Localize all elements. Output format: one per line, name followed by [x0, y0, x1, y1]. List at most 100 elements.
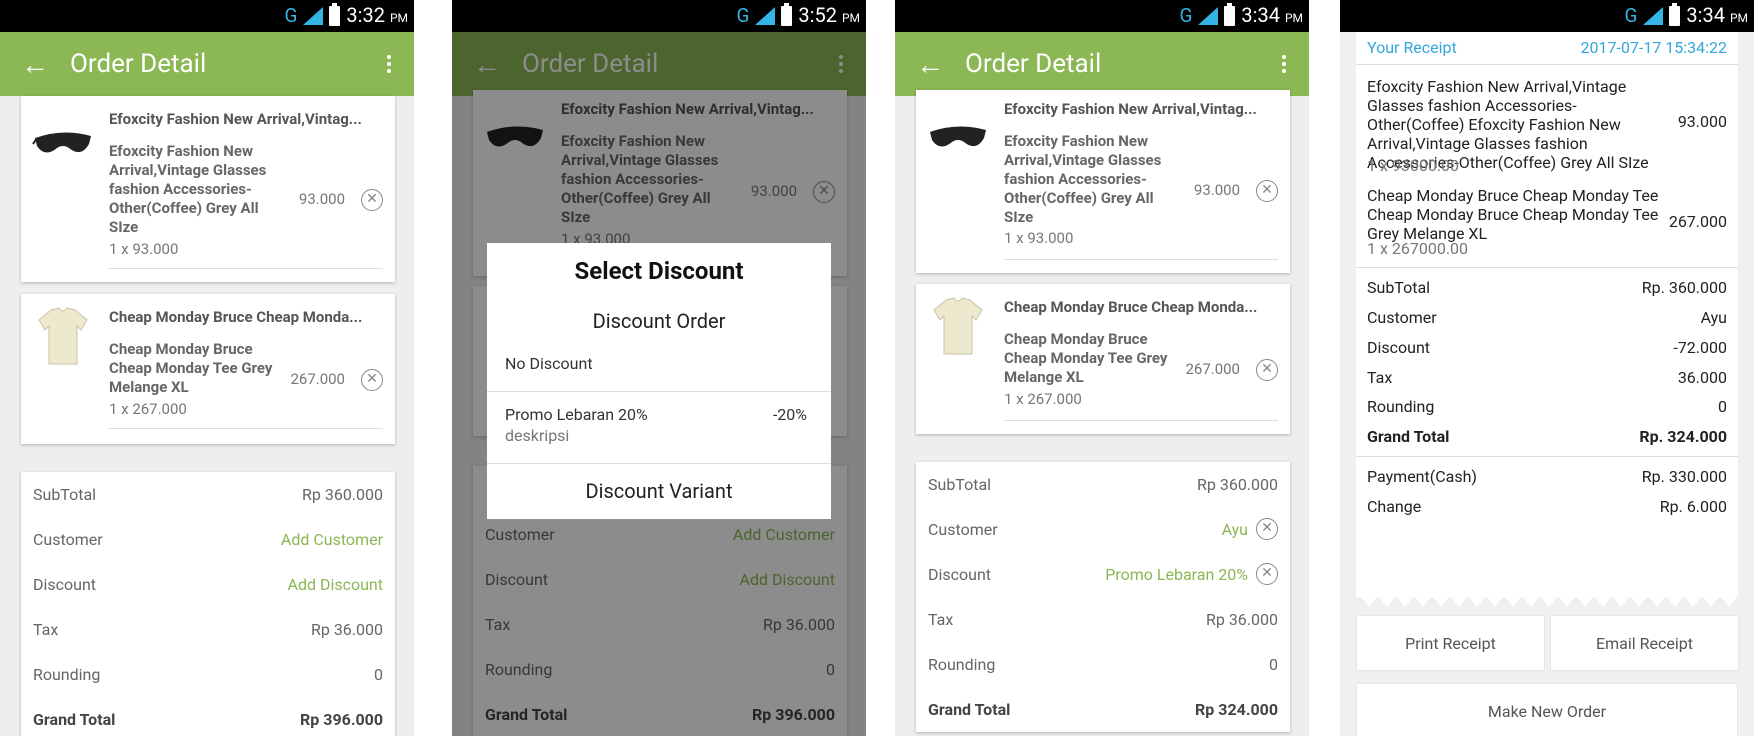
payment-row: Payment(Cash) Rp. 330.000 — [1367, 467, 1727, 486]
network-type: G — [284, 4, 298, 27]
receipt-header: Your Receipt 2017-07-17 15:34:22 — [1367, 38, 1727, 57]
promo-description: deskripsi — [505, 426, 570, 445]
receipt-item-qty: 1 x 267000.00 — [1367, 239, 1469, 258]
item-name: Cheap Monday Bruce Cheap Monday Tee Grey… — [1004, 330, 1168, 386]
item-quantity: 1 x 93.000 — [1004, 229, 1074, 247]
item-quantity: 1 x 267.000 — [1004, 390, 1082, 408]
divider — [109, 268, 383, 269]
item-name: Efoxcity Fashion New Arrival,Vintage Gla… — [1004, 132, 1162, 226]
cart-item[interactable]: Efoxcity Fashion New Arrival,Vintag... E… — [916, 90, 1290, 273]
back-arrow-icon[interactable]: ← — [895, 32, 965, 96]
remove-item-icon[interactable]: ✕ — [1256, 359, 1278, 381]
discount-order-header: Discount Order — [592, 309, 726, 333]
grand-total-row: Grand Total Rp 324.000 — [928, 699, 1278, 719]
network-type: G — [736, 4, 750, 27]
cart-item[interactable]: Cheap Monday Bruce Cheap Monda... Cheap … — [21, 294, 395, 444]
applied-discount[interactable]: Promo Lebaran 20% — [1105, 565, 1248, 584]
receipt-title: Your Receipt — [1367, 38, 1457, 57]
order-summary: SubTotal Rp 360.000 Customer Ayu ✕ Discount… — [916, 462, 1290, 732]
tshirt-image — [933, 297, 983, 355]
page-title: Order Detail — [70, 49, 207, 79]
battery-icon — [1224, 3, 1236, 26]
item-title: Cheap Monday Bruce Cheap Monda... — [109, 308, 363, 326]
item-title: Cheap Monday Bruce Cheap Monda... — [1004, 298, 1258, 316]
discount-variant-header[interactable]: Discount Variant — [487, 479, 831, 503]
screen-receipt: G 3:34 PM Your Receipt 2017-07-17 15:34:… — [1340, 0, 1754, 736]
email-receipt-button[interactable]: Email Receipt — [1550, 615, 1739, 671]
item-name: Efoxcity Fashion New Arrival,Vintage Gla… — [109, 142, 267, 236]
receipt-datetime: 2017-07-17 15:34:22 — [1580, 38, 1727, 57]
receipt: Your Receipt 2017-07-17 15:34:22 Efoxcit… — [1356, 32, 1738, 597]
subtotal-row: SubTotal Rp. 360.000 — [1367, 278, 1727, 297]
clock: 3:34 PM — [1241, 2, 1303, 27]
cart-item[interactable]: Cheap Monday Bruce Cheap Monda... Cheap … — [916, 284, 1290, 434]
signal-icon — [755, 7, 776, 25]
receipt-item-qty: 1 x 93000.00 — [1367, 156, 1460, 175]
customer-row: Customer Ayu ✕ — [928, 517, 1278, 541]
print-receipt-button[interactable]: Print Receipt — [1356, 615, 1545, 671]
add-discount-link[interactable]: Add Discount — [288, 575, 384, 594]
dialog-title: Select Discount — [574, 257, 744, 285]
app-bar: ← Order Detail — [0, 32, 414, 96]
divider — [1004, 259, 1278, 260]
remove-item-icon[interactable]: ✕ — [1256, 180, 1278, 202]
battery-icon — [329, 3, 341, 26]
overflow-menu-icon[interactable] — [364, 32, 414, 96]
tax-row: Tax Rp 36.000 — [928, 609, 1278, 629]
screen-select-discount: G 3:52 PM ← Order Detail Efoxcity Fashio… — [452, 0, 866, 736]
remove-item-icon[interactable]: ✕ — [361, 189, 383, 211]
signal-icon — [1643, 7, 1664, 25]
receipt-item-price: 267.000 — [1668, 212, 1727, 231]
promo-name: Promo Lebaran 20% — [505, 405, 648, 424]
discount-row: Discount -72.000 — [1367, 338, 1727, 357]
discount-row: Discount Promo Lebaran 20% ✕ — [928, 562, 1278, 586]
item-price: 267.000 — [290, 370, 345, 388]
cart-item[interactable]: Efoxcity Fashion New Arrival,Vintag... E… — [21, 96, 395, 282]
remove-item-icon[interactable]: ✕ — [361, 369, 383, 391]
status-bar: G 3:34 PM — [1340, 0, 1754, 32]
subtotal-row: SubTotal Rp 360.000 — [33, 484, 383, 504]
divider — [487, 463, 831, 464]
clock: 3:34 PM — [1686, 2, 1748, 27]
item-price: 93.000 — [1193, 181, 1240, 199]
divider — [1356, 456, 1738, 457]
clock: 3:32 PM — [346, 2, 408, 27]
add-customer-link[interactable]: Add Customer — [281, 530, 383, 549]
no-discount-option[interactable]: No Discount — [505, 354, 807, 373]
screen-order-detail-1: G 3:32 PM ← Order Detail Efoxcity Fashio… — [0, 0, 414, 736]
status-bar: G 3:52 PM — [452, 0, 866, 32]
grand-total-row: Grand Total Rp. 324.000 — [1367, 427, 1727, 446]
grand-total-row: Grand Total Rp 396.000 — [33, 709, 383, 729]
rounding-row: Rounding 0 — [33, 664, 383, 684]
item-title: Efoxcity Fashion New Arrival,Vintag... — [109, 110, 362, 128]
item-title: Efoxcity Fashion New Arrival,Vintag... — [1004, 100, 1257, 118]
app-bar: ← Order Detail — [895, 32, 1309, 96]
divider — [109, 428, 383, 429]
rounding-row: Rounding 0 — [928, 654, 1278, 674]
signal-icon — [303, 7, 324, 25]
remove-discount-icon[interactable]: ✕ — [1256, 563, 1278, 585]
item-price: 93.000 — [298, 190, 345, 208]
discount-row: Discount Add Discount — [33, 574, 384, 594]
item-price: 267.000 — [1185, 360, 1240, 378]
battery-icon — [1669, 3, 1681, 26]
remove-customer-icon[interactable]: ✕ — [1256, 518, 1278, 540]
divider — [1356, 64, 1738, 65]
sunglasses-image — [930, 126, 986, 147]
item-name: Cheap Monday Bruce Cheap Monday Tee Grey… — [109, 340, 273, 396]
select-discount-dialog: Select Discount Discount Order No Discou… — [487, 243, 831, 519]
status-bar: G 3:32 PM — [0, 0, 414, 32]
tax-row: Tax 36.000 — [1367, 368, 1727, 387]
network-type: G — [1624, 4, 1638, 27]
overflow-menu-icon[interactable] — [1259, 32, 1309, 96]
back-arrow-icon[interactable]: ← — [0, 32, 70, 96]
make-new-order-button[interactable]: Make New Order — [1356, 683, 1738, 736]
receipt-torn-edge — [1356, 585, 1738, 607]
promo-option[interactable]: Promo Lebaran 20% -20% — [505, 405, 807, 424]
tax-row: Tax Rp 36.000 — [33, 619, 383, 639]
network-type: G — [1179, 4, 1193, 27]
clock: 3:52 PM — [798, 2, 860, 27]
tshirt-image — [38, 307, 88, 365]
signal-icon — [1198, 7, 1219, 25]
customer-name[interactable]: Ayu — [1222, 520, 1248, 539]
